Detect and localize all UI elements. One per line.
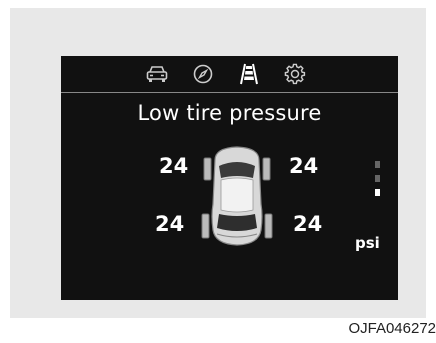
tab-driving-assist[interactable] (235, 62, 263, 86)
warning-title: Low tire pressure (137, 101, 322, 125)
road-lane-icon (240, 63, 258, 85)
rear-left-wheel (201, 213, 210, 239)
tab-vehicle[interactable] (143, 62, 171, 86)
tab-settings[interactable] (281, 62, 309, 86)
front-left-wheel (203, 157, 212, 181)
tire-pressure-rear-right: 24 (293, 212, 323, 236)
page-indicator (375, 161, 381, 197)
compass-icon (193, 64, 213, 84)
car-icon (146, 66, 168, 82)
rear-right-wheel (264, 213, 273, 239)
tire-pressure-front-left: 24 (159, 154, 189, 178)
page-dot (375, 161, 380, 168)
tire-pressure-front-right: 24 (289, 154, 319, 178)
tab-bar (61, 56, 398, 93)
page-dot-active (375, 189, 380, 196)
cluster-display: Low tire pressure 24 24 24 24 psi (61, 56, 398, 300)
tab-navigation[interactable] (189, 62, 217, 86)
gear-icon (284, 63, 306, 85)
pressure-unit: psi (355, 234, 380, 252)
page-dot (375, 175, 380, 182)
figure-code: OJFA046272 (348, 320, 436, 337)
tire-pressure-rear-left: 24 (155, 212, 185, 236)
front-right-wheel (262, 157, 271, 181)
car-top-view-icon (201, 146, 273, 246)
